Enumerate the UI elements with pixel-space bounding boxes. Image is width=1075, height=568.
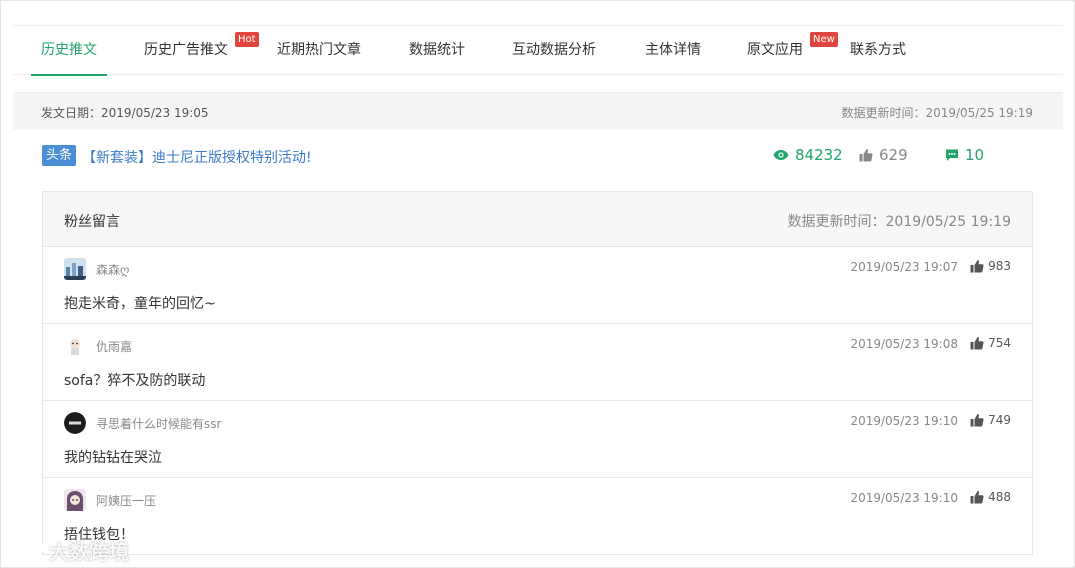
tab-label: 联系方式 <box>850 42 906 58</box>
comment-like-count: 749 <box>988 413 1011 427</box>
tab-label: 原文应用 <box>747 42 803 58</box>
headline-tag: 头条 <box>42 145 77 166</box>
avatar <box>64 489 86 511</box>
tab-label: 历史广告推文 <box>144 42 228 58</box>
watermark-logo-icon <box>10 542 45 559</box>
comment-like[interactable]: 983 <box>970 259 1011 273</box>
comment-time: 2019/05/23 19:10 <box>850 491 958 505</box>
commenter-name: 阿姨压一压 <box>96 494 157 508</box>
publish-date: 发文日期：2019/05/23 19:05 <box>41 106 209 120</box>
like-count: 629 <box>859 146 908 164</box>
commenter-name: 森森ღ <box>96 263 130 277</box>
comment-count-value: 10 <box>965 146 985 164</box>
comment-like-count: 754 <box>988 336 1011 350</box>
tab-interaction-analysis[interactable]: 互动数据分析 <box>512 26 596 75</box>
eye-icon <box>773 150 789 160</box>
tab-label: 历史推文 <box>41 42 97 58</box>
view-count: 84232 <box>773 146 843 164</box>
commenter-name: 仇雨嘉 <box>96 340 133 354</box>
comment-like-count: 488 <box>988 490 1011 504</box>
comment-like[interactable]: 488 <box>970 490 1011 504</box>
tab-original-app[interactable]: 原文应用 <box>747 26 803 75</box>
panel-title: 粉丝留言 <box>64 214 120 230</box>
comment-text: 我的钻钻在哭泣 <box>64 450 162 466</box>
thumbs-up-icon <box>859 149 873 162</box>
data-update-time: 数据更新时间：2019/05/25 19:19 <box>841 106 1033 120</box>
article-title-link[interactable]: 【新套装】迪士尼正版授权特别活动! <box>82 147 312 167</box>
hot-badge: Hot <box>235 32 259 47</box>
comment-like[interactable]: 749 <box>970 413 1011 427</box>
thumbs-up-icon <box>970 414 984 427</box>
comment-item: 寻思着什么时候能有ssr 2019/05/23 19:10 749 我的钻钻在哭… <box>43 401 1032 478</box>
comment-item: 阿姨压一压 2019/05/23 19:10 488 捂住钱包！ <box>43 478 1032 555</box>
avatar <box>64 335 86 357</box>
thumbs-up-icon <box>970 491 984 504</box>
comment-count: 10 <box>945 146 984 164</box>
comment-text: sofa？猝不及防的联动 <box>64 373 206 389</box>
watermark-text: 大数跨境 <box>49 540 129 564</box>
date-bar: 发文日期：2019/05/23 19:05 数据更新时间：2019/05/25 … <box>13 92 1063 130</box>
tab-contact[interactable]: 联系方式 <box>850 26 906 75</box>
tab-history-ad-posts[interactable]: 历史广告推文 <box>144 26 228 75</box>
comment-text: 抱走米奇，童年的回忆~ <box>64 296 216 312</box>
tab-entity-details[interactable]: 主体详情 <box>645 26 701 75</box>
comment-like-count: 983 <box>988 259 1011 273</box>
view-count-value: 84232 <box>795 146 843 164</box>
panel-update-time: 数据更新时间：2019/05/25 19:19 <box>787 214 1012 230</box>
panel-header: 粉丝留言 数据更新时间：2019/05/25 19:19 <box>43 192 1032 247</box>
page-frame: 历史推文 历史广告推文 Hot 近期热门文章 数据统计 互动数据分析 主体详情 … <box>0 0 1075 568</box>
commenter-name: 寻思着什么时候能有ssr <box>96 417 222 431</box>
tab-label: 互动数据分析 <box>512 42 596 58</box>
fan-comments-panel: 粉丝留言 数据更新时间：2019/05/25 19:19 森森ღ 2019/05… <box>42 191 1033 555</box>
tab-label: 主体详情 <box>645 42 701 58</box>
avatar <box>64 258 86 280</box>
tab-bar: 历史推文 历史广告推文 Hot 近期热门文章 数据统计 互动数据分析 主体详情 … <box>13 25 1063 76</box>
comment-icon <box>946 149 958 161</box>
headline-row: 头条 【新套装】迪士尼正版授权特别活动! 84232 629 10 <box>42 145 1032 169</box>
new-badge: New <box>810 32 838 47</box>
comment-time: 2019/05/23 19:08 <box>850 337 958 351</box>
tab-data-stats[interactable]: 数据统计 <box>409 26 465 75</box>
tab-recent-hot-articles[interactable]: 近期热门文章 <box>277 26 361 75</box>
comment-time: 2019/05/23 19:10 <box>850 414 958 428</box>
comment-time: 2019/05/23 19:07 <box>850 260 958 274</box>
avatar <box>64 412 86 434</box>
comment-item: 森森ღ 2019/05/23 19:07 983 抱走米奇，童年的回忆~ <box>43 247 1032 324</box>
watermark: 大数跨境 <box>9 536 129 565</box>
tab-label: 近期热门文章 <box>277 42 361 58</box>
like-count-value: 629 <box>879 146 908 164</box>
tab-label: 数据统计 <box>409 42 465 58</box>
thumbs-up-icon <box>970 260 984 273</box>
tab-history-posts[interactable]: 历史推文 <box>31 26 107 76</box>
comment-like[interactable]: 754 <box>970 336 1011 350</box>
thumbs-up-icon <box>970 337 984 350</box>
comment-item: 仇雨嘉 2019/05/23 19:08 754 sofa？猝不及防的联动 <box>43 324 1032 401</box>
